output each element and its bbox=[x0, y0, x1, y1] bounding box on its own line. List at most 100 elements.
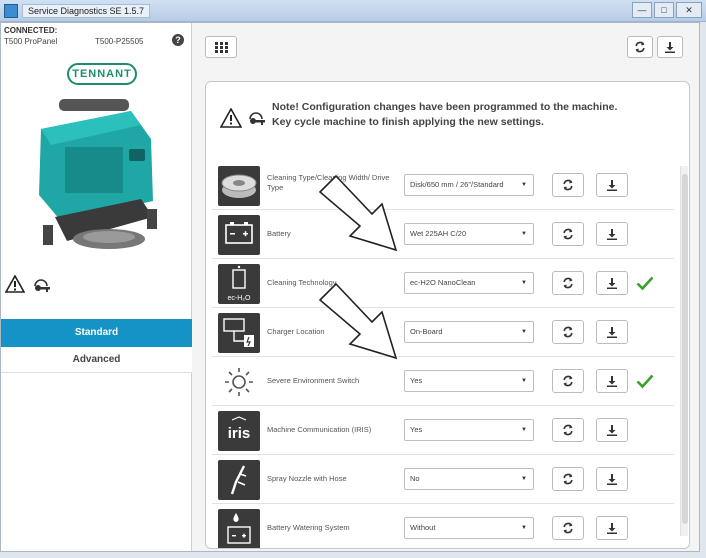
download-icon bbox=[607, 180, 617, 191]
dropdown-caret-icon: ▼ bbox=[521, 427, 527, 433]
iris-logo-text: iris bbox=[228, 425, 251, 442]
dropdown-caret-icon: ▼ bbox=[521, 231, 527, 237]
window-controls: — □ ✕ bbox=[632, 2, 702, 18]
refresh-icon bbox=[563, 326, 573, 338]
nav-advanced[interactable]: Advanced bbox=[1, 347, 192, 373]
sidebar: CONNECTED: T500 ProPanel T500-P25505 ? T… bbox=[1, 23, 192, 551]
refresh-all-button[interactable] bbox=[627, 36, 653, 58]
charger-location-select[interactable]: On-Board ▼ bbox=[404, 321, 534, 343]
download-button[interactable] bbox=[596, 369, 628, 393]
machine-communication-select[interactable]: Yes ▼ bbox=[404, 419, 534, 441]
battery-watering-icon bbox=[218, 509, 260, 548]
download-icon bbox=[607, 474, 617, 485]
connection-status: CONNECTED: bbox=[4, 26, 58, 35]
select-value: On-Board bbox=[410, 327, 443, 336]
refresh-icon bbox=[563, 424, 573, 436]
panel-scrollbar[interactable] bbox=[680, 166, 688, 536]
warning-icon bbox=[220, 108, 242, 128]
download-button[interactable] bbox=[596, 516, 628, 540]
menu-grid-button[interactable] bbox=[205, 36, 237, 58]
setting-row-battery: Battery Wet 225AH C/20 ▼ bbox=[212, 210, 674, 259]
refresh-button[interactable] bbox=[552, 173, 584, 197]
select-value: Yes bbox=[410, 425, 423, 434]
dropdown-caret-icon: ▼ bbox=[521, 378, 527, 384]
key-cycle-icon bbox=[249, 112, 265, 125]
dropdown-caret-icon: ▼ bbox=[521, 329, 527, 335]
config-note-line2: Key cycle machine to finish applying the… bbox=[272, 116, 544, 128]
download-button[interactable] bbox=[596, 271, 628, 295]
setting-label: Battery Watering System bbox=[267, 523, 350, 532]
help-icon[interactable]: ? bbox=[172, 34, 184, 46]
setting-row-cleaning-type: Cleaning Type/Cleaning Width/ Drive Type… bbox=[212, 161, 674, 210]
tennant-logo: TENNANT bbox=[67, 63, 137, 85]
machine-model: T500 ProPanel bbox=[4, 37, 58, 46]
ec-h2o-icon-text: ec-H₂O bbox=[228, 295, 251, 302]
severe-environment-icon bbox=[218, 362, 260, 402]
configuration-panel: Note! Configuration changes have been pr… bbox=[205, 81, 690, 549]
select-value: No bbox=[410, 474, 420, 483]
callout-arrow-icon bbox=[318, 282, 398, 360]
dropdown-caret-icon: ▼ bbox=[521, 476, 527, 482]
refresh-button[interactable] bbox=[552, 418, 584, 442]
refresh-icon bbox=[635, 41, 645, 53]
app-window: CONNECTED: T500 ProPanel T500-P25505 ? T… bbox=[0, 22, 700, 552]
close-button[interactable]: ✕ bbox=[676, 2, 702, 18]
callout-arrow-icon bbox=[318, 174, 398, 252]
select-value: Yes bbox=[410, 376, 423, 385]
dropdown-caret-icon: ▼ bbox=[521, 525, 527, 531]
setting-label: Severe Environment Switch bbox=[267, 376, 360, 385]
cleaning-type-select[interactable]: Disk/650 mm / 26"/Standard ▼ bbox=[404, 174, 534, 196]
download-button[interactable] bbox=[596, 320, 628, 344]
minimize-button[interactable]: — bbox=[632, 2, 652, 18]
battery-watering-select[interactable]: Without ▼ bbox=[404, 517, 534, 539]
title-bar: Service Diagnostics SE 1.5.7 — □ ✕ bbox=[0, 0, 706, 22]
setting-row-cleaning-technology: ec-H₂O Cleaning Technology ec-H2O NanoCl… bbox=[212, 259, 674, 308]
refresh-button[interactable] bbox=[552, 369, 584, 393]
refresh-icon bbox=[563, 228, 573, 240]
spray-nozzle-icon bbox=[218, 460, 260, 500]
setting-row-battery-watering: Battery Watering System Without ▼ bbox=[212, 504, 674, 548]
download-all-button[interactable] bbox=[657, 36, 683, 58]
dropdown-caret-icon: ▼ bbox=[521, 280, 527, 286]
download-icon bbox=[607, 327, 617, 338]
refresh-button[interactable] bbox=[552, 467, 584, 491]
config-note: Note! Configuration changes have been pr… bbox=[272, 100, 672, 130]
machine-serial: T500-P25505 bbox=[95, 37, 144, 46]
setting-row-charger-location: Charger Location On-Board ▼ bbox=[212, 308, 674, 357]
refresh-icon bbox=[563, 522, 573, 534]
severe-environment-select[interactable]: Yes ▼ bbox=[404, 370, 534, 392]
refresh-icon bbox=[563, 473, 573, 485]
download-icon bbox=[607, 229, 617, 240]
select-value: Without bbox=[410, 523, 436, 532]
refresh-button[interactable] bbox=[552, 320, 584, 344]
disc-brush-icon bbox=[218, 166, 260, 206]
setting-label: Spray Nozzle with Hose bbox=[267, 474, 347, 483]
refresh-button[interactable] bbox=[552, 516, 584, 540]
select-value: Disk/650 mm / 26"/Standard bbox=[410, 180, 504, 189]
download-button[interactable] bbox=[596, 418, 628, 442]
warning-icon bbox=[5, 275, 25, 293]
download-icon bbox=[607, 425, 617, 436]
download-button[interactable] bbox=[596, 222, 628, 246]
download-icon bbox=[607, 523, 617, 534]
battery-select[interactable]: Wet 225AH C/20 ▼ bbox=[404, 223, 534, 245]
grid-icon bbox=[215, 42, 228, 53]
select-value: Wet 225AH C/20 bbox=[410, 229, 467, 238]
maximize-button[interactable]: □ bbox=[654, 2, 674, 18]
cleaning-technology-select[interactable]: ec-H2O NanoClean ▼ bbox=[404, 272, 534, 294]
machine-image bbox=[39, 99, 157, 249]
download-button[interactable] bbox=[596, 467, 628, 491]
app-icon bbox=[4, 4, 18, 18]
dropdown-caret-icon: ▼ bbox=[521, 182, 527, 188]
nav-standard[interactable]: Standard bbox=[1, 319, 192, 347]
refresh-button[interactable] bbox=[552, 271, 584, 295]
refresh-button[interactable] bbox=[552, 222, 584, 246]
download-icon bbox=[665, 42, 675, 53]
spray-nozzle-select[interactable]: No ▼ bbox=[404, 468, 534, 490]
battery-icon bbox=[218, 215, 260, 255]
scrollbar-thumb[interactable] bbox=[682, 174, 688, 524]
setting-row-spray-nozzle: Spray Nozzle with Hose No ▼ bbox=[212, 455, 674, 504]
download-button[interactable] bbox=[596, 173, 628, 197]
ec-h2o-icon: ec-H₂O bbox=[218, 264, 260, 304]
setting-row-machine-communication: iris Machine Communication (IRIS) Yes ▼ bbox=[212, 406, 674, 455]
